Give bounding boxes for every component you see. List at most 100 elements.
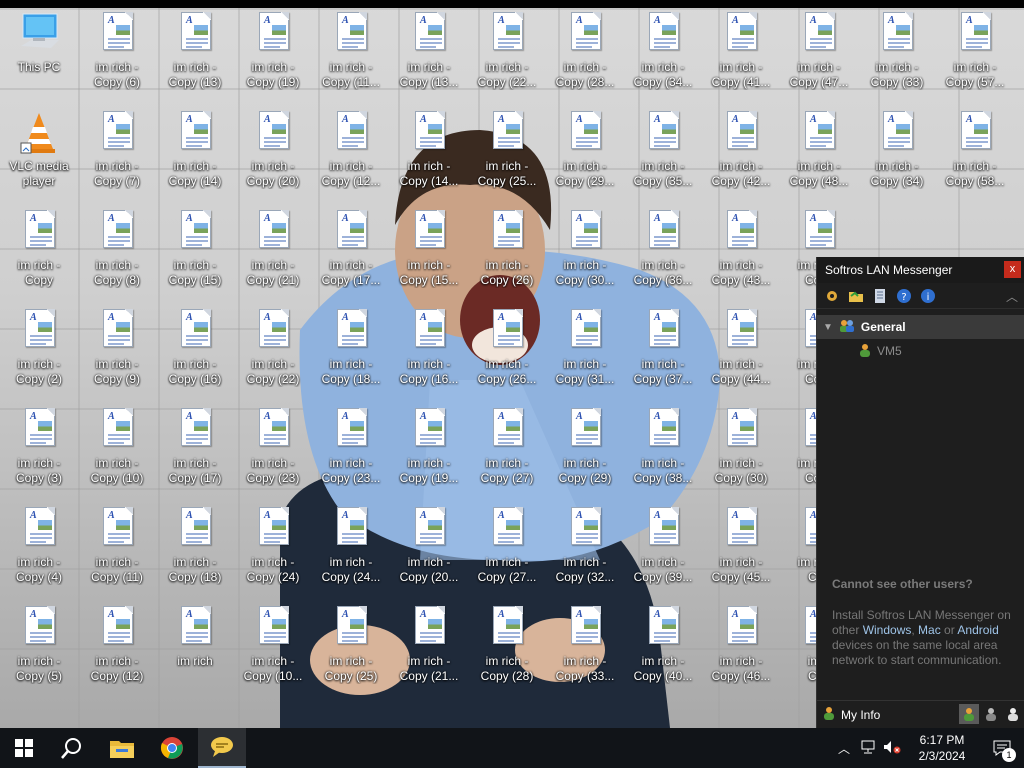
lan-messenger-taskbar-button[interactable] (198, 728, 246, 768)
volume-muted-icon[interactable] (880, 740, 904, 757)
status-offline-icon[interactable] (1003, 704, 1023, 724)
desktop-icon-document[interactable]: Aim rich - Copy (33... (546, 604, 624, 700)
link-mac[interactable]: Mac (918, 623, 941, 637)
desktop-icon-document[interactable]: Aim rich - Copy (47... (780, 10, 858, 106)
desktop-icon-document[interactable]: Aim rich - Copy (15) (156, 208, 234, 304)
info-icon[interactable]: i (919, 287, 937, 305)
desktop-icon-document[interactable]: Aim rich - Copy (8) (78, 208, 156, 304)
desktop-icon-document[interactable]: Aim rich - Copy (29) (546, 406, 624, 502)
desktop-icon-document[interactable]: Aim rich - Copy (20) (234, 109, 312, 205)
desktop-icon-document[interactable]: Aim rich - Copy (15... (390, 208, 468, 304)
desktop-icon-vlc[interactable]: VLC media player (0, 109, 78, 205)
desktop-icon-document[interactable]: Aim rich - Copy (12... (312, 109, 390, 205)
desktop-icon-document[interactable]: Aim rich - Copy (25) (312, 604, 390, 700)
link-android[interactable]: Android (957, 623, 998, 637)
help-icon[interactable]: ? (895, 287, 913, 305)
desktop-icon-document[interactable]: Aim rich - Copy (32... (546, 505, 624, 601)
desktop-icon-document[interactable]: Aim rich - Copy (40... (624, 604, 702, 700)
lan-messenger-window[interactable]: Softros LAN Messenger x ? i ︿ ▼ General … (816, 257, 1024, 728)
desktop-icon-document[interactable]: Aim rich - Copy (24) (234, 505, 312, 601)
desktop-icon-document[interactable]: Aim rich - Copy (13) (156, 10, 234, 106)
desktop-icon-document[interactable]: Aim rich - Copy (39... (624, 505, 702, 601)
desktop-icon-document[interactable]: Aim rich - Copy (16... (390, 307, 468, 403)
desktop-icon-document[interactable]: Aim rich - Copy (26... (468, 307, 546, 403)
folder-icon[interactable] (847, 287, 865, 305)
desktop-icon-document[interactable]: Aim rich - Copy (18... (312, 307, 390, 403)
desktop-icon-document[interactable]: Aim rich - Copy (10... (234, 604, 312, 700)
desktop-icon-document[interactable]: Aim rich - Copy (44... (702, 307, 780, 403)
close-button[interactable]: x (1004, 261, 1021, 278)
status-online-icon[interactable] (959, 704, 979, 724)
desktop-icon-document[interactable]: Aim rich - Copy (22... (468, 10, 546, 106)
desktop-icon-document[interactable]: Aim rich - Copy (26) (468, 208, 546, 304)
desktop-icon-document[interactable]: Aim rich - Copy (20... (390, 505, 468, 601)
clock[interactable]: 6:17 PM 2/3/2024 (904, 732, 980, 764)
link-windows[interactable]: Windows (863, 623, 912, 637)
desktop-icon-document[interactable]: Aim rich - Copy (27... (468, 505, 546, 601)
notification-center-button[interactable]: 1 (980, 728, 1024, 768)
desktop-icon-document[interactable]: Aim rich - Copy (27) (468, 406, 546, 502)
desktop-icon-document[interactable]: Aim rich - Copy (6) (78, 10, 156, 106)
desktop-icon-document[interactable]: Aim rich - Copy (46... (702, 604, 780, 700)
desktop-icon-document[interactable]: Aim rich - Copy (16) (156, 307, 234, 403)
desktop-icon-document[interactable]: Aim rich - Copy (11... (312, 10, 390, 106)
desktop-icon-document[interactable]: Aim rich - Copy (30) (702, 406, 780, 502)
desktop-icon-document[interactable]: Aim rich - Copy (19... (390, 406, 468, 502)
desktop-icon-document[interactable]: Aim rich - Copy (0, 208, 78, 304)
desktop-icon-document[interactable]: Aim rich - Copy (4) (0, 505, 78, 601)
desktop-icon-document[interactable]: Aim rich - Copy (12) (78, 604, 156, 700)
desktop-icon-document[interactable]: Aim rich - Copy (3) (0, 406, 78, 502)
desktop-icon-document[interactable]: Aim rich - Copy (22) (234, 307, 312, 403)
desktop-icon-document[interactable]: Aim rich - Copy (19) (234, 10, 312, 106)
chevron-up-icon[interactable]: ︿ (832, 740, 856, 757)
desktop-icon-document[interactable]: Aim rich - Copy (11) (78, 505, 156, 601)
desktop-icon-document[interactable]: Aim rich - Copy (24... (312, 505, 390, 601)
desktop-icon-document[interactable]: Aim rich - Copy (2) (0, 307, 78, 403)
desktop-icon-document[interactable]: Aim rich - Copy (14... (390, 109, 468, 205)
desktop-icon-document[interactable]: Aim rich - Copy (17... (312, 208, 390, 304)
desktop-icon-this-pc[interactable]: This PC (0, 10, 78, 106)
desktop-icon-document[interactable]: Aim rich - Copy (14) (156, 109, 234, 205)
start-button[interactable] (0, 728, 48, 768)
user-row-vm5[interactable]: VM5 (817, 339, 1024, 363)
desktop-icon-document[interactable]: Aim rich - Copy (28) (468, 604, 546, 700)
desktop-icon-document[interactable]: Aim rich - Copy (10) (78, 406, 156, 502)
desktop-icon-document[interactable]: Aim rich - Copy (21) (234, 208, 312, 304)
desktop-icon-document[interactable]: Aim rich (156, 604, 234, 700)
group-row-general[interactable]: ▼ General (817, 315, 1024, 339)
desktop-icon-document[interactable]: Aim rich - Copy (33) (858, 10, 936, 106)
desktop-icon-document[interactable]: Aim rich - Copy (42... (702, 109, 780, 205)
search-button[interactable] (48, 728, 96, 768)
desktop-icon-document[interactable]: Aim rich - Copy (23... (312, 406, 390, 502)
desktop-icon-document[interactable]: Aim rich - Copy (57... (936, 10, 1014, 106)
desktop-icon-document[interactable]: Aim rich - Copy (9) (78, 307, 156, 403)
desktop-icon-document[interactable]: Aim rich - Copy (45... (702, 505, 780, 601)
desktop-icon-document[interactable]: Aim rich - Copy (25... (468, 109, 546, 205)
desktop-icon-document[interactable]: Aim rich - Copy (29... (546, 109, 624, 205)
settings-icon[interactable] (823, 287, 841, 305)
status-away-icon[interactable] (981, 704, 1001, 724)
chevron-down-icon[interactable]: ▼ (823, 322, 833, 333)
desktop-icon-document[interactable]: Aim rich - Copy (58... (936, 109, 1014, 205)
history-icon[interactable] (871, 287, 889, 305)
desktop-icon-document[interactable]: Aim rich - Copy (37... (624, 307, 702, 403)
desktop-icon-document[interactable]: Aim rich - Copy (34) (858, 109, 936, 205)
desktop-icon-document[interactable]: Aim rich - Copy (21... (390, 604, 468, 700)
desktop-icon-document[interactable]: Aim rich - Copy (28... (546, 10, 624, 106)
desktop-icon-document[interactable]: Aim rich - Copy (13... (390, 10, 468, 106)
desktop-icon-document[interactable]: Aim rich - Copy (31... (546, 307, 624, 403)
desktop-icon-document[interactable]: Aim rich - Copy (34... (624, 10, 702, 106)
desktop-icon-document[interactable]: Aim rich - Copy (36... (624, 208, 702, 304)
desktop-icon-document[interactable]: Aim rich - Copy (17) (156, 406, 234, 502)
desktop-icon-document[interactable]: Aim rich - Copy (23) (234, 406, 312, 502)
network-icon[interactable] (856, 740, 880, 757)
desktop-icon-document[interactable]: Aim rich - Copy (48... (780, 109, 858, 205)
file-explorer-button[interactable] (98, 728, 146, 768)
desktop-icon-document[interactable]: Aim rich - Copy (35... (624, 109, 702, 205)
desktop-icon-document[interactable]: Aim rich - Copy (43... (702, 208, 780, 304)
window-title-bar[interactable]: Softros LAN Messenger x (817, 257, 1024, 283)
desktop-icon-document[interactable]: Aim rich - Copy (18) (156, 505, 234, 601)
chrome-button[interactable] (148, 728, 196, 768)
collapse-icon[interactable]: ︿ (1006, 288, 1018, 305)
desktop-icon-document[interactable]: Aim rich - Copy (38... (624, 406, 702, 502)
